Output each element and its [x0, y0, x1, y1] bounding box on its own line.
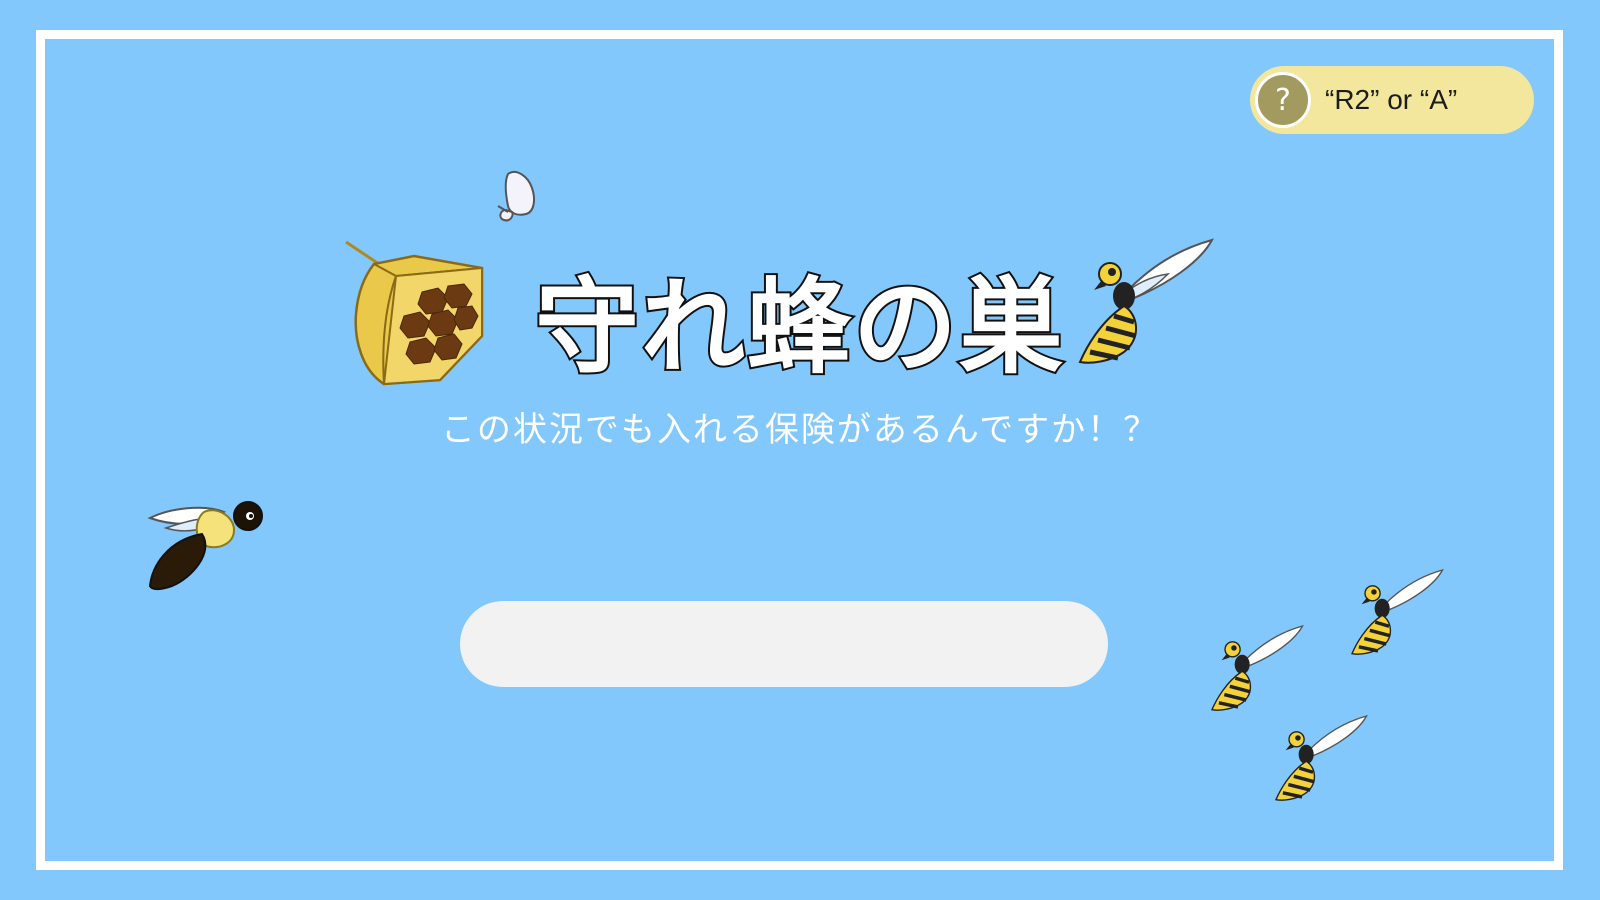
help-question-icon: ?: [1255, 72, 1311, 128]
game-title: 守れ蜂の巣: [533, 266, 1065, 388]
hornet-icon: [1275, 714, 1368, 801]
game-subtitle: この状況でも入れる保険があるんですか！？: [440, 410, 1160, 450]
beehive-icon: [345, 240, 484, 386]
start-button[interactable]: [460, 601, 1108, 687]
help-hint-text: “R2” or “A”: [1325, 84, 1458, 115]
hornet-icon: [1351, 568, 1444, 655]
bumblebee-icon: [147, 501, 263, 590]
hornet-icon: [1211, 624, 1304, 711]
butterfly-icon: [497, 170, 535, 222]
help-hint-pill[interactable]: ? “R2” or “A”: [1250, 66, 1534, 134]
hornet-icon: [1078, 238, 1215, 364]
